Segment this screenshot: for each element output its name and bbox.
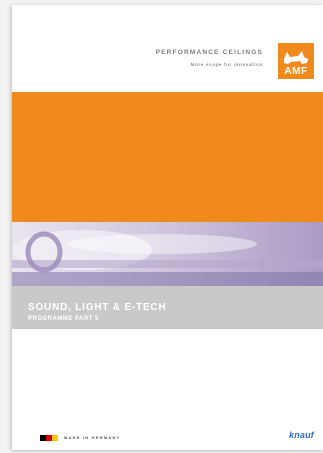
cover-photo <box>12 222 323 286</box>
orange-band <box>12 92 323 222</box>
header-subtitle: More scope for innovation <box>190 62 263 67</box>
german-flag-icon <box>40 435 58 441</box>
knauf-logo: knauf <box>288 430 314 440</box>
header-tagline: PERFORMANCE CEILINGS More scope for inno… <box>156 49 263 67</box>
made-in-label: MADE IN GERMANY <box>64 435 121 440</box>
cover-title: SOUND, LIGHT & E-TECH <box>28 302 167 313</box>
brochure-cover: PERFORMANCE CEILINGS More scope for inno… <box>12 5 323 450</box>
cover-subtitle: PROGRAMME PART 5 <box>28 316 99 322</box>
amf-logo: AMF <box>278 43 314 79</box>
amf-logo-text: AMF <box>284 66 308 77</box>
header-title: PERFORMANCE CEILINGS <box>155 49 263 56</box>
